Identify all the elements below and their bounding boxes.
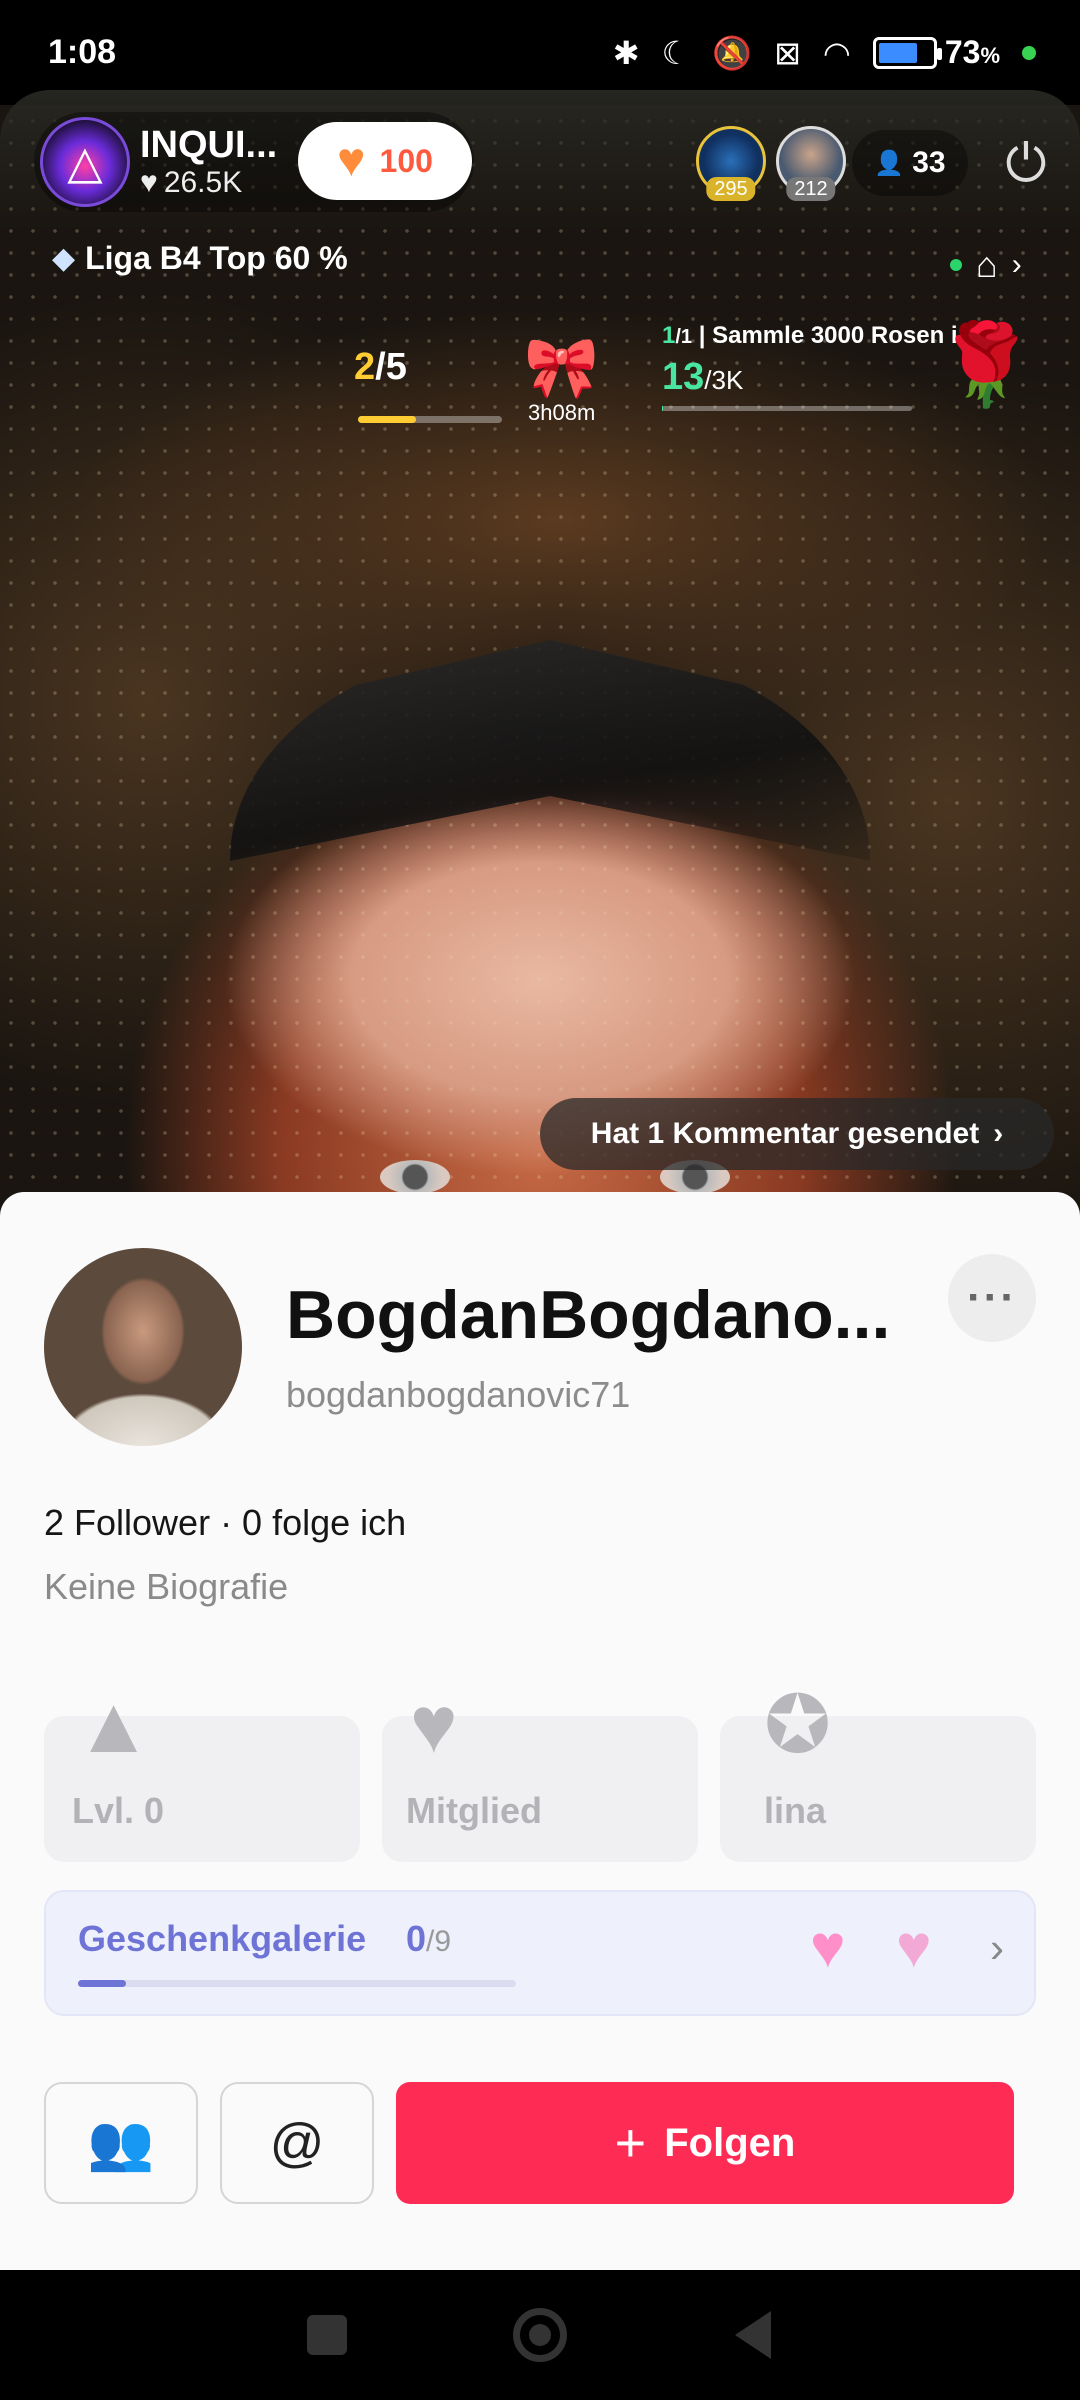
profile-badges: ▲ Lvl. 0 ♥ Mitglied ✪ lina <box>44 1680 1036 1862</box>
top-viewer-score: 212 <box>786 177 836 201</box>
person-icon: 👤 <box>874 149 905 177</box>
heart-gift-icon: ♥ <box>896 1913 932 1980</box>
goal-progress-fill <box>358 416 416 423</box>
battery-icon: 73% <box>872 34 1000 71</box>
bluetooth-icon: ✱ <box>612 34 640 71</box>
follow-stats[interactable]: 2 Follower · 0 folge ich <box>44 1502 406 1544</box>
rose-goal-value: 13/3K <box>662 356 743 399</box>
level-badge[interactable]: ▲ Lvl. 0 <box>44 1680 360 1862</box>
goal-current: 2 <box>354 346 376 388</box>
fan-club-badge[interactable]: ✪ lina <box>720 1680 1036 1862</box>
heart-icon: ♥ <box>140 166 158 199</box>
chevron-right-icon: › <box>990 1924 1004 1971</box>
rose-goal-current: 13 <box>662 356 705 398</box>
mention-button[interactable]: @ <box>220 2082 374 2204</box>
rose-icon[interactable]: 🌹 <box>936 318 1036 412</box>
host-likes: 26.5K <box>163 166 243 199</box>
friends-button[interactable]: 👥 <box>44 2082 198 2204</box>
rose-goal-label: Sammle 3000 Rosen i <box>712 322 958 349</box>
no-sim-icon: ⊠ <box>774 34 801 71</box>
gift-gallery-total: /9 <box>426 1925 452 1958</box>
rose-goal-fill <box>662 406 664 411</box>
goal-progress-bar <box>358 416 502 423</box>
battery-percent-suffix: % <box>980 43 1000 68</box>
member-badge-label: Mitglied <box>406 1790 542 1831</box>
at-sign-icon: @ <box>269 2113 325 2173</box>
level-badge-label: Lvl. 0 <box>72 1790 165 1831</box>
gift-gallery-progress <box>78 1980 516 1987</box>
bow-gift-icon[interactable]: 🎀 <box>524 332 599 403</box>
diamond-icon: ◆ <box>52 242 76 275</box>
gift-gallery-label: Geschenkgalerie <box>78 1918 367 1959</box>
comment-notice[interactable]: Hat 1 Kommentar gesendet › <box>540 1098 1054 1170</box>
status-time: 1:08 <box>48 33 117 71</box>
like-count: 100 <box>379 142 433 179</box>
triangle-back-icon <box>735 2311 772 2359</box>
heart-gift-icon: ♥ <box>810 1913 846 1980</box>
profile-actions: 👥 @ + Folgen <box>44 2082 1014 2204</box>
privacy-indicator-dot <box>1022 45 1036 60</box>
league-badge[interactable]: ◆ Liga B4 Top 60 % <box>52 240 348 277</box>
back-button[interactable] <box>723 2305 783 2365</box>
home-play-icon[interactable]: ⌂ <box>976 244 998 286</box>
member-badge[interactable]: ♥ Mitglied <box>382 1680 698 1862</box>
paper-plane-icon: ▲ <box>74 1680 154 1769</box>
goal-progress[interactable]: 2/5 <box>354 346 407 389</box>
live-extra-controls: ⌂ › <box>950 244 1022 286</box>
wifi-icon: ◠ <box>822 34 851 71</box>
top-viewer-avatar[interactable]: 295 <box>696 126 766 201</box>
more-options-button[interactable]: ··· <box>948 1254 1036 1342</box>
status-icons: ✱ ☾ 🔕 ⊠ ◠ 73% <box>613 34 1036 72</box>
profile-avatar[interactable] <box>44 1248 242 1446</box>
viewer-count-button[interactable]: 👤 33 <box>852 130 968 196</box>
gift-timer: 3h08m <box>528 400 596 425</box>
league-label: Liga B4 Top 60 % <box>85 240 348 276</box>
comment-notice-text: Hat 1 Kommentar gesendet <box>590 1117 980 1150</box>
profile-display-name: BogdanBogdano... <box>286 1277 891 1353</box>
follow-button-label: Folgen <box>664 2120 796 2165</box>
gift-gallery-count: 0/9 <box>406 1918 451 1960</box>
plus-icon: + <box>614 2113 647 2173</box>
live-indicator-dot <box>950 259 962 271</box>
top-viewer-score: 295 <box>706 177 756 201</box>
chevron-right-icon[interactable]: › <box>1012 248 1022 282</box>
gift-gallery[interactable]: Geschenkgalerie 0/9 ♥ ♥ › <box>44 1890 1036 2016</box>
circle-icon <box>512 2308 567 2362</box>
rose-goal-bar <box>662 406 912 411</box>
fan-club-badge-label: lina <box>764 1790 827 1831</box>
power-icon[interactable]: ⏻ <box>996 134 1056 194</box>
mute-icon: 🔕 <box>712 34 753 71</box>
chevron-right-icon: › <box>993 1117 1004 1150</box>
host-name: INQUI... <box>140 124 278 166</box>
rose-goal-index: 1 <box>662 322 676 349</box>
top-viewers: 295 212 <box>696 126 846 201</box>
battery-percent: 73 <box>944 34 981 70</box>
like-button[interactable]: ♥ 100 <box>298 122 472 200</box>
moon-icon: ☾ <box>661 34 691 71</box>
gift-gallery-progress-fill <box>78 1980 127 1987</box>
rose-goal-title[interactable]: 1/1 | Sammle 3000 Rosen i <box>662 322 958 350</box>
heart-icon: ♥ <box>337 134 366 187</box>
profile-bio: Keine Biografie <box>44 1566 289 1607</box>
top-viewer-avatar[interactable]: 212 <box>776 126 846 201</box>
goal-total: /5 <box>375 346 407 388</box>
navigation-bar <box>0 2270 1080 2400</box>
rose-goal-index-total: /1 <box>675 326 693 348</box>
recent-apps-button[interactable] <box>297 2305 357 2365</box>
star-badge-icon: ✪ <box>764 1680 832 1769</box>
viewer-count: 33 <box>912 146 946 179</box>
heart-icon: ♥ <box>410 1680 458 1769</box>
home-button[interactable] <box>510 2305 570 2365</box>
host-avatar[interactable]: △ <box>40 117 130 207</box>
people-icon: 👥 <box>87 2112 155 2173</box>
follow-button[interactable]: + Folgen <box>396 2082 1014 2204</box>
video-subject-eye <box>380 1160 450 1194</box>
gift-gallery-collected: 0 <box>406 1918 427 1959</box>
square-icon <box>306 2315 347 2355</box>
profile-username: bogdanbogdanovic71 <box>286 1374 631 1415</box>
battery-fill <box>878 42 917 63</box>
rose-goal-target: /3K <box>704 365 744 395</box>
